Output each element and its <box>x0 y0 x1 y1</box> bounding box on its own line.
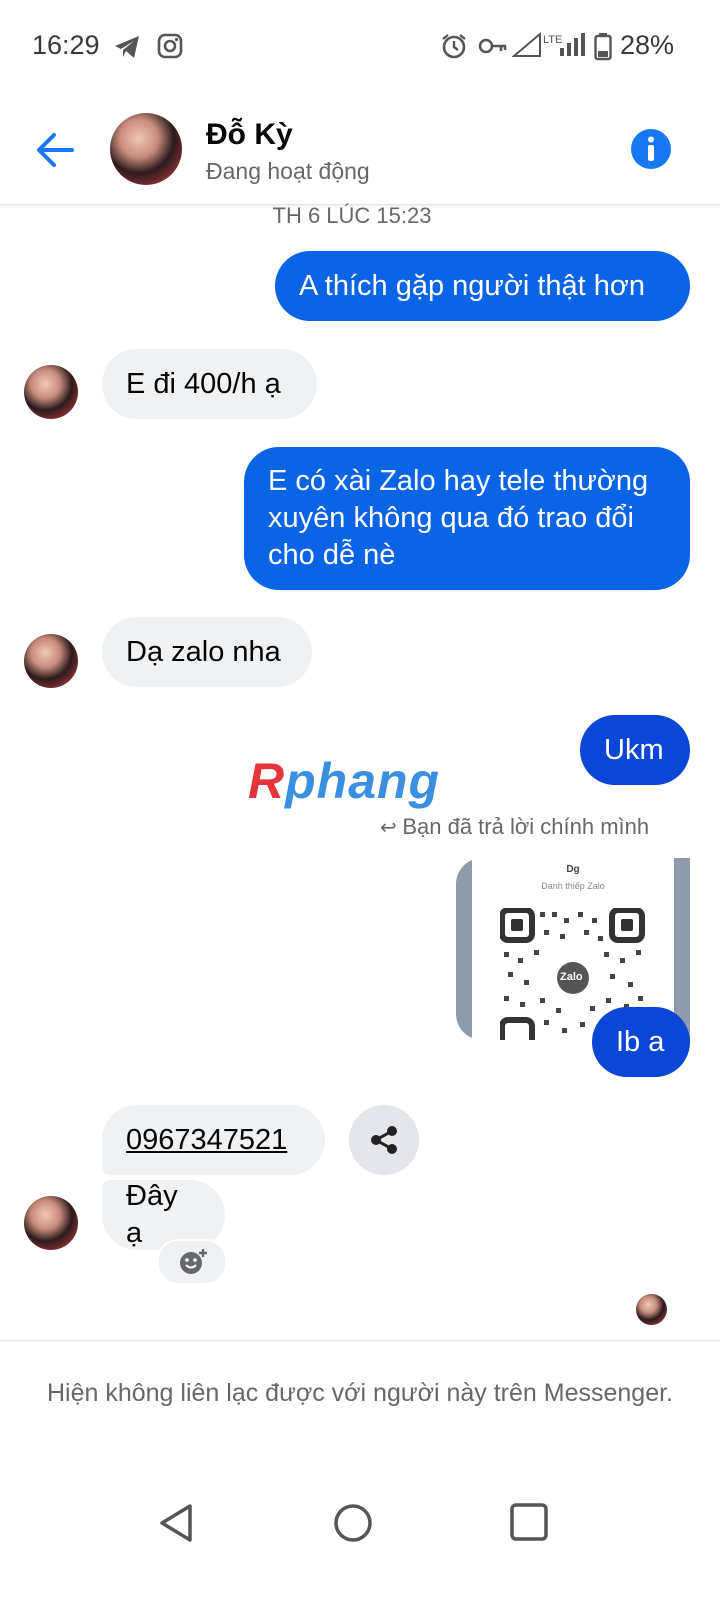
seen-avatar <box>636 1294 667 1325</box>
battery-icon <box>594 33 612 61</box>
qr-logo-text: Zalo <box>560 971 583 983</box>
message-incoming[interactable]: E đi 400/h ạ <box>102 349 317 419</box>
thread-timestamp: TH 6 LÚC 15:23 <box>272 203 432 228</box>
contact-name[interactable]: Đỗ Kỳ <box>206 118 293 152</box>
reply-arrow-icon: ↩ <box>380 817 403 839</box>
sender-avatar <box>24 634 78 688</box>
message-incoming[interactable]: Dạ zalo nha <box>102 617 312 687</box>
watermark: Rphang <box>248 752 440 810</box>
conversation-header <box>0 96 720 205</box>
presence-status: Đang hoạt động <box>206 158 370 184</box>
telegram-icon <box>115 36 139 58</box>
status-time: 16:29 <box>32 30 100 60</box>
signal-bars-icon <box>560 33 585 56</box>
qr-card-title: Dg <box>566 864 580 875</box>
arrow-left-icon[interactable] <box>34 130 76 170</box>
instagram-icon <box>157 33 183 59</box>
watermark-rest: phang <box>285 753 441 809</box>
add-reaction-icon <box>180 1249 207 1274</box>
share-button[interactable] <box>349 1105 419 1175</box>
message-outgoing[interactable]: E có xài Zalo hay tele thường xuyên khôn… <box>244 447 690 590</box>
unavailable-notice: Hiện không liên lạc được với người này t… <box>0 1340 720 1460</box>
info-icon[interactable] <box>630 128 672 170</box>
message-outgoing[interactable]: A thích gặp người thật hơn <box>275 251 690 321</box>
reply-note: ↩ Bạn đã trả lời chính mình <box>380 814 649 840</box>
contact-avatar[interactable] <box>110 113 182 185</box>
home-nav-icon[interactable] <box>332 1502 374 1544</box>
phone-number-link[interactable]: 0967347521 <box>102 1105 325 1175</box>
sender-avatar <box>24 1196 78 1250</box>
share-icon <box>371 1126 397 1154</box>
reply-note-text: Bạn đã trả lời chính mình <box>402 814 650 839</box>
back-nav-icon[interactable] <box>156 1502 196 1544</box>
system-nav-bar <box>0 1460 720 1600</box>
recents-nav-icon[interactable] <box>509 1502 549 1542</box>
message-outgoing[interactable]: Ukm <box>580 715 690 785</box>
signal-outline-icon <box>512 32 541 57</box>
qr-card-subtitle: Danh thiếp Zalo <box>541 881 605 891</box>
sender-avatar <box>24 365 78 419</box>
vpn-key-icon <box>478 38 507 54</box>
watermark-initial: R <box>248 753 286 809</box>
status-bar: 16:29 LTE 28% <box>0 0 720 96</box>
message-outgoing[interactable]: Ib a <box>592 1007 690 1077</box>
battery-percent: 28% <box>620 30 675 60</box>
add-reaction-button[interactable] <box>157 1239 227 1285</box>
alarm-icon <box>442 34 466 59</box>
